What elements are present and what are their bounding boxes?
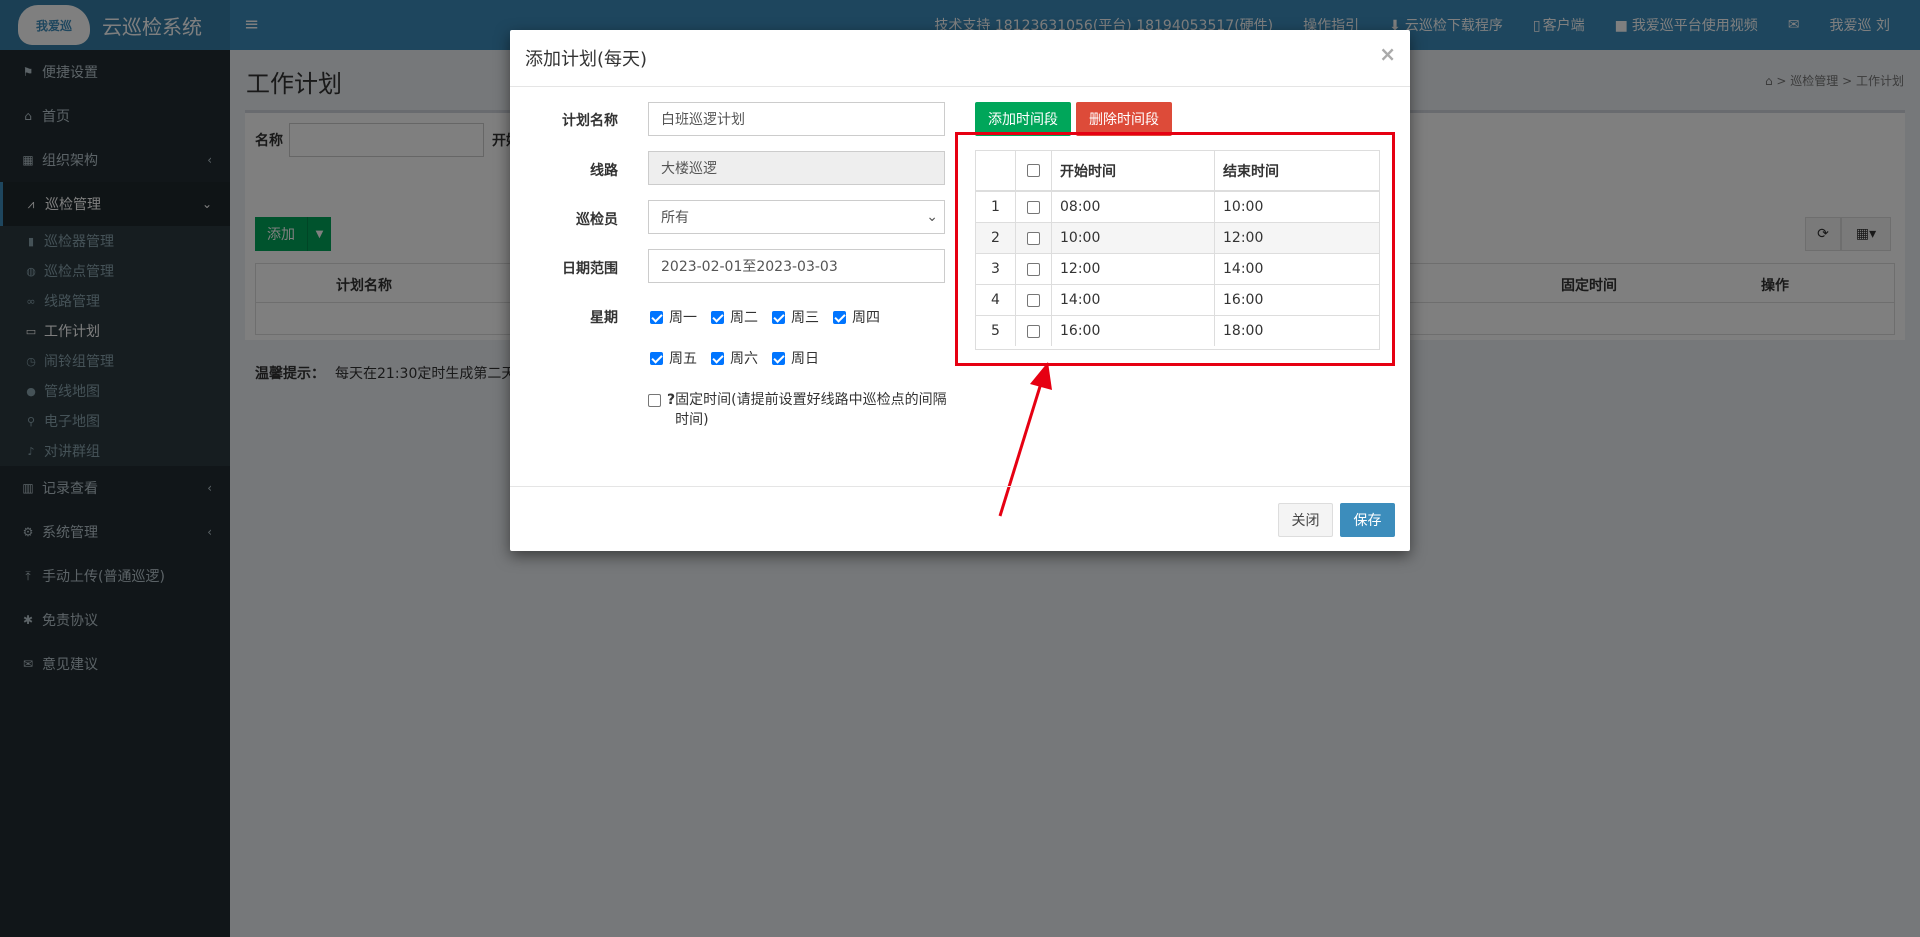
add-plan-modal: 添加计划(每天) × 计划名称 白班巡逻计划 线路 大楼巡逻 巡检员 所有 ⌄ … [510, 30, 1410, 551]
weekday-checkbox-thu[interactable]: 周四 [833, 307, 880, 327]
weekday-checkbox-sat[interactable]: 周六 [711, 348, 758, 368]
fixed-time-option[interactable]: ? 固定时间(请提前设置好线路中巡检点的间隔时间) [648, 390, 948, 430]
weekday-checkbox-wed[interactable]: 周三 [772, 307, 819, 327]
close-icon[interactable]: × [1379, 42, 1396, 66]
weekday-text: 周六 [730, 351, 758, 367]
checkbox[interactable] [711, 351, 724, 365]
inspector-select[interactable]: 所有 ⌄ [648, 200, 945, 234]
checkbox[interactable] [772, 310, 785, 324]
checkbox[interactable] [650, 351, 663, 365]
weekday-text: 周三 [791, 310, 819, 326]
plan-name-input[interactable]: 白班巡逻计划 [648, 102, 945, 136]
close-button[interactable]: 关闭 [1278, 503, 1333, 537]
weekday-text: 周日 [791, 351, 819, 367]
fixed-time-checkbox[interactable] [648, 394, 661, 407]
weekday-checkbox-sun[interactable]: 周日 [772, 348, 819, 368]
highlight-box [955, 132, 1395, 366]
save-button[interactable]: 保存 [1340, 503, 1395, 537]
weekday-text: 周二 [730, 310, 758, 326]
checkbox[interactable] [833, 310, 846, 324]
route-input: 大楼巡逻 [648, 151, 945, 185]
checkbox[interactable] [650, 310, 663, 324]
weekday-text: 周五 [669, 351, 697, 367]
fixed-time-text: 固定时间(请提前设置好线路中巡检点的间隔时间) [675, 392, 947, 428]
question-circle-icon: ? [667, 392, 676, 408]
weekday-text: 周四 [852, 310, 880, 326]
checkbox[interactable] [711, 310, 724, 324]
weekday-checkbox-fri[interactable]: 周五 [650, 348, 697, 368]
inspector-label: 巡检员 [576, 212, 618, 228]
weekday-checkbox-mon[interactable]: 周一 [650, 307, 697, 327]
date-range-input[interactable]: 2023-02-01至2023-03-03 [648, 249, 945, 283]
modal-header: 添加计划(每天) × [510, 30, 1410, 87]
weekday-label: 星期 [590, 310, 618, 326]
weekday-checkbox-tue[interactable]: 周二 [711, 307, 758, 327]
date-range-label: 日期范围 [562, 261, 618, 277]
delete-period-button[interactable]: 删除时间段 [1076, 102, 1172, 136]
inspector-value: 所有 [661, 210, 689, 226]
route-label: 线路 [590, 163, 618, 179]
weekday-text: 周一 [669, 310, 697, 326]
plan-name-label: 计划名称 [562, 113, 618, 129]
chevron-down-icon: ⌄ [926, 209, 938, 225]
modal-footer [510, 486, 1410, 551]
add-period-button[interactable]: 添加时间段 [975, 102, 1071, 136]
modal-title: 添加计划(每天) [525, 49, 648, 70]
checkbox[interactable] [772, 351, 785, 365]
